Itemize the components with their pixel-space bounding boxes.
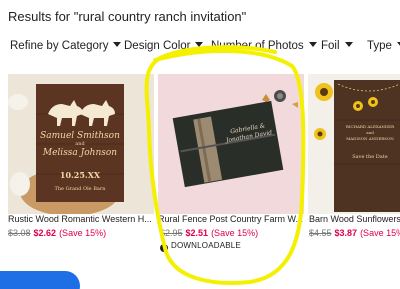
filter-design-color[interactable]: Design Color [124, 40, 204, 52]
save-percent: (Save 15%) [59, 228, 107, 238]
product-image-rustic-wood[interactable]: Samuel Smithson and Melissa Johnson 10.2… [8, 74, 154, 214]
filter-bar: Refine by Category Design Color Number o… [0, 40, 400, 56]
card1-and: and [75, 141, 85, 147]
product-image-rural-fence-post[interactable]: Gabriella & Jonathan David [158, 74, 304, 214]
card1-date: 10.25.XX [60, 170, 101, 180]
product-title-2[interactable]: Rural Fence Post Country Farm W... [158, 214, 304, 224]
filter-number-of-photos[interactable]: Number of Photos [211, 40, 317, 52]
chevron-down-icon [113, 42, 122, 47]
product-price-2: $2.95 $2.51 (Save 15%) [160, 228, 258, 238]
floating-action-button[interactable] [0, 271, 80, 289]
sale-price: $2.51 [185, 228, 209, 238]
invitation-preview-image: Gabriella & Jonathan David [158, 74, 304, 214]
filter-foil[interactable]: Foil [321, 40, 353, 52]
old-price: $4.55 [309, 228, 332, 238]
card1-venue: The Grand Ole Barn [55, 186, 107, 192]
filter-category-label: Refine by Category [10, 40, 109, 52]
card3-date: Save the Date [352, 154, 388, 160]
card3-name2: MADISON ANDERSON [346, 136, 394, 141]
chevron-down-icon [308, 42, 317, 47]
filter-type[interactable]: Type [367, 40, 400, 52]
downloadable-label: DOWNLOADABLE [171, 241, 241, 250]
save-percent: (Save 15%) [360, 228, 400, 238]
filter-number-of-photos-label: Number of Photos [211, 40, 304, 52]
sale-price: $3.87 [334, 228, 358, 238]
invitation-preview-image: Samuel Smithson and Melissa Johnson 10.2… [8, 74, 154, 214]
card3-name1: RICHARD ALEXANDER [346, 124, 395, 129]
download-icon: ↓ [160, 244, 168, 252]
filter-foil-label: Foil [321, 40, 340, 52]
chevron-down-icon [195, 42, 204, 47]
filter-design-color-label: Design Color [124, 40, 191, 52]
card1-name2: Melissa Johnson [42, 148, 117, 158]
old-price: $2.95 [160, 228, 183, 238]
product-image-barn-wood-sunflowers[interactable]: RICHARD ALEXANDER and MADISON ANDERSON S… [308, 74, 400, 214]
sale-price: $2.62 [33, 228, 57, 238]
product-price-3: $4.55$3.87(Save 15%) [309, 228, 400, 238]
filter-category[interactable]: Refine by Category [10, 40, 122, 52]
invitation-preview-image: RICHARD ALEXANDER and MADISON ANDERSON S… [308, 74, 400, 214]
filter-type-label: Type [367, 40, 392, 52]
downloadable-badge: ↓ DOWNLOADABLE [160, 241, 241, 252]
save-percent: (Save 15%) [211, 228, 259, 238]
product-title-3[interactable]: Barn Wood Sunflowers F... [309, 214, 400, 224]
chevron-down-icon [344, 42, 353, 47]
product-title-1[interactable]: Rustic Wood Romantic Western H... [8, 214, 154, 224]
card1-name1: Samuel Smithson [40, 131, 120, 141]
old-price: $3.08 [8, 228, 31, 238]
card3-and: and [366, 130, 374, 135]
product-price-1: $3.08 $2.62 (Save 15%) [8, 228, 106, 238]
results-title: Results for "rural country ranch invitat… [8, 9, 247, 24]
